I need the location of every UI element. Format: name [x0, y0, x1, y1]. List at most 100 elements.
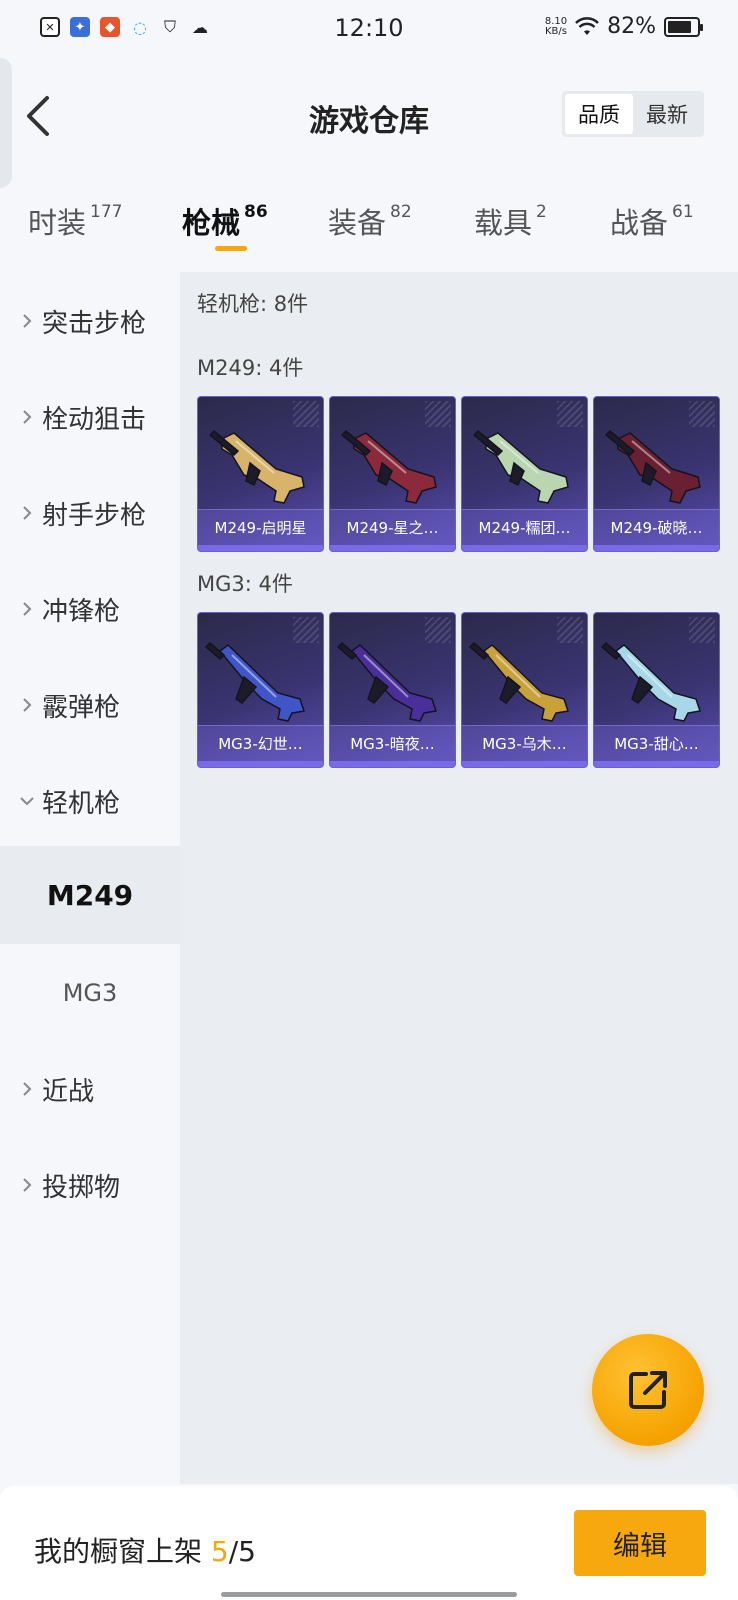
- sidebar-item-label: 霰弹枪: [42, 692, 121, 723]
- sidebar-item-label: 冲锋枪: [42, 596, 121, 627]
- sidebar-item-label: 栓动狙击: [42, 404, 147, 435]
- battery-icon: [664, 16, 703, 37]
- tab-equipment[interactable]: 装备 82: [328, 200, 412, 242]
- sidebar-item-lmg[interactable]: 轻机枪: [0, 752, 180, 850]
- gun-part: [221, 432, 305, 504]
- weapon-category-sidebar: 突击步枪 栓动狙击 射手步枪 冲锋枪 霰弹枪 轻机枪 M249 MG3 近战 投…: [0, 272, 180, 1484]
- shelf-status: 我的橱窗上架 5/5: [34, 1530, 256, 1570]
- battery-percent: 82%: [607, 14, 656, 39]
- shelf-current-count: 5: [210, 1535, 229, 1568]
- group-title-mg3: MG3: 4件: [197, 572, 293, 596]
- weapon-card[interactable]: MG3-暗夜…: [329, 612, 456, 768]
- network-speed-unit: KB/s: [544, 25, 567, 37]
- sidebar-item-shotgun[interactable]: 霰弹枪: [0, 656, 180, 754]
- weapon-card-label: M249-破晓…: [594, 509, 719, 545]
- weapon-grid-mg3: MG3-幻世… MG3-暗夜… MG3-乌木… MG3-甜心…: [197, 612, 720, 768]
- sidebar-item-throwables[interactable]: 投掷物: [0, 1136, 180, 1234]
- sidebar-item-smg[interactable]: 冲锋枪: [0, 560, 180, 658]
- sidebar-subitem-label: M249: [46, 878, 134, 912]
- weapon-card[interactable]: MG3-甜心…: [593, 612, 720, 768]
- chevron-right-icon: [20, 602, 34, 616]
- sidebar-subitem-label: MG3: [62, 979, 118, 1007]
- chevron-right-icon: [20, 1082, 34, 1096]
- sort-option-newest[interactable]: 最新: [633, 94, 701, 134]
- tab-count: 177: [90, 202, 123, 222]
- tab-vehicles[interactable]: 载具 2: [474, 200, 547, 242]
- sidebar-item-label: 射手步枪: [42, 500, 147, 531]
- weapon-card[interactable]: M249-破晓…: [593, 396, 720, 552]
- weapon-card[interactable]: M249-星之…: [329, 396, 456, 552]
- weapon-card-label: MG3-暗夜…: [330, 725, 455, 761]
- share-button[interactable]: [592, 1334, 704, 1446]
- category-summary: 轻机枪: 8件: [197, 292, 309, 316]
- status-indicators: 8.10 KB/s 82%: [544, 14, 703, 39]
- network-speed: 8.10 KB/s: [544, 15, 568, 37]
- chevron-down-icon: [20, 794, 34, 808]
- mg3-purple-gun-icon: [336, 627, 451, 727]
- battery-level: [668, 20, 691, 33]
- sidebar-item-marksman-rifle[interactable]: 射手步枪: [0, 464, 180, 562]
- mg3-blue-gold-gun-icon: [204, 627, 319, 727]
- tab-count: 82: [390, 202, 412, 222]
- chevron-right-icon: [20, 506, 34, 520]
- sidebar-item-label: 轻机枪: [42, 788, 121, 819]
- tab-supplies[interactable]: 战备 61: [610, 200, 694, 242]
- sidebar-item-label: 投掷物: [42, 1172, 121, 1203]
- rarity-bar: [594, 545, 719, 551]
- network-speed-value: 8.10: [544, 15, 568, 27]
- weapon-card-label: M249-星之…: [330, 509, 455, 545]
- mg3-pastel-gun-icon: [600, 627, 715, 727]
- rarity-bar: [594, 761, 719, 767]
- m249-gold-gun-icon: [204, 411, 319, 511]
- tab-label: 载具: [474, 206, 533, 240]
- sidebar-item-melee[interactable]: 近战: [0, 1040, 180, 1138]
- weapon-card[interactable]: MG3-乌木…: [461, 612, 588, 768]
- mg3-gold-gun-icon: [468, 627, 583, 727]
- sidebar-item-label: 突击步枪: [42, 308, 147, 339]
- edit-button[interactable]: 编辑: [574, 1510, 706, 1576]
- chevron-right-icon: [20, 1178, 34, 1192]
- group-title-m249: M249: 4件: [197, 356, 304, 380]
- sort-option-quality[interactable]: 品质: [565, 94, 633, 134]
- shelf-total-count: /5: [228, 1535, 256, 1568]
- sidebar-item-assault-rifle[interactable]: 突击步枪: [0, 272, 180, 370]
- tab-firearms[interactable]: 枪械 86: [182, 200, 268, 242]
- sort-toggle: 品质 最新: [562, 91, 704, 137]
- sidebar-item-bolt-sniper[interactable]: 栓动狙击: [0, 368, 180, 466]
- m249-red-gun-icon: [336, 411, 451, 511]
- tab-label: 装备: [328, 206, 387, 240]
- tab-label: 战备: [610, 206, 669, 240]
- status-bar: ✕ ✦ ◆ ◌ ⛉ ☁ 12:10 8.10 KB/s 82%: [0, 0, 738, 58]
- tab-count: 2: [536, 202, 547, 222]
- weapon-card-label: M249-糯团…: [462, 509, 587, 545]
- shelf-label: 我的橱窗上架: [34, 1535, 203, 1568]
- chevron-right-icon: [20, 314, 34, 328]
- tab-fashion[interactable]: 时装 177: [28, 200, 122, 242]
- share-external-icon: [629, 1371, 667, 1409]
- sidebar-subitem-m249[interactable]: M249: [0, 846, 180, 944]
- weapon-card[interactable]: MG3-幻世…: [197, 612, 324, 768]
- header: 游戏仓库 品质 最新: [0, 58, 738, 188]
- tab-count: 86: [244, 202, 268, 222]
- weapon-card-label: MG3-甜心…: [594, 725, 719, 761]
- rarity-bar: [462, 761, 587, 767]
- weapon-list-panel: 轻机枪: 8件 M249: 4件 M249-启明星 M249-星之… M249-…: [180, 272, 738, 1484]
- chevron-right-icon: [20, 410, 34, 424]
- weapon-card-label: MG3-幻世…: [198, 725, 323, 761]
- sidebar-subitem-mg3[interactable]: MG3: [0, 944, 180, 1042]
- gun-part: [617, 432, 701, 504]
- weapon-card[interactable]: M249-启明星: [197, 396, 324, 552]
- rarity-bar: [330, 761, 455, 767]
- sidebar-item-label: 近战: [42, 1076, 95, 1107]
- tab-label: 枪械: [182, 206, 241, 240]
- tab-count: 61: [672, 202, 694, 222]
- m249-green-gun-icon: [468, 411, 583, 511]
- rarity-bar: [198, 761, 323, 767]
- home-indicator[interactable]: [221, 1592, 517, 1597]
- weapon-card[interactable]: M249-糯团…: [461, 396, 588, 552]
- rarity-bar: [198, 545, 323, 551]
- weapon-grid-m249: M249-启明星 M249-星之… M249-糯团… M249-破晓…: [197, 396, 720, 552]
- wifi-icon: [575, 16, 599, 35]
- gun-part: [353, 432, 437, 504]
- category-tabs: 时装 177 枪械 86 装备 82 载具 2 战备 61: [0, 192, 738, 272]
